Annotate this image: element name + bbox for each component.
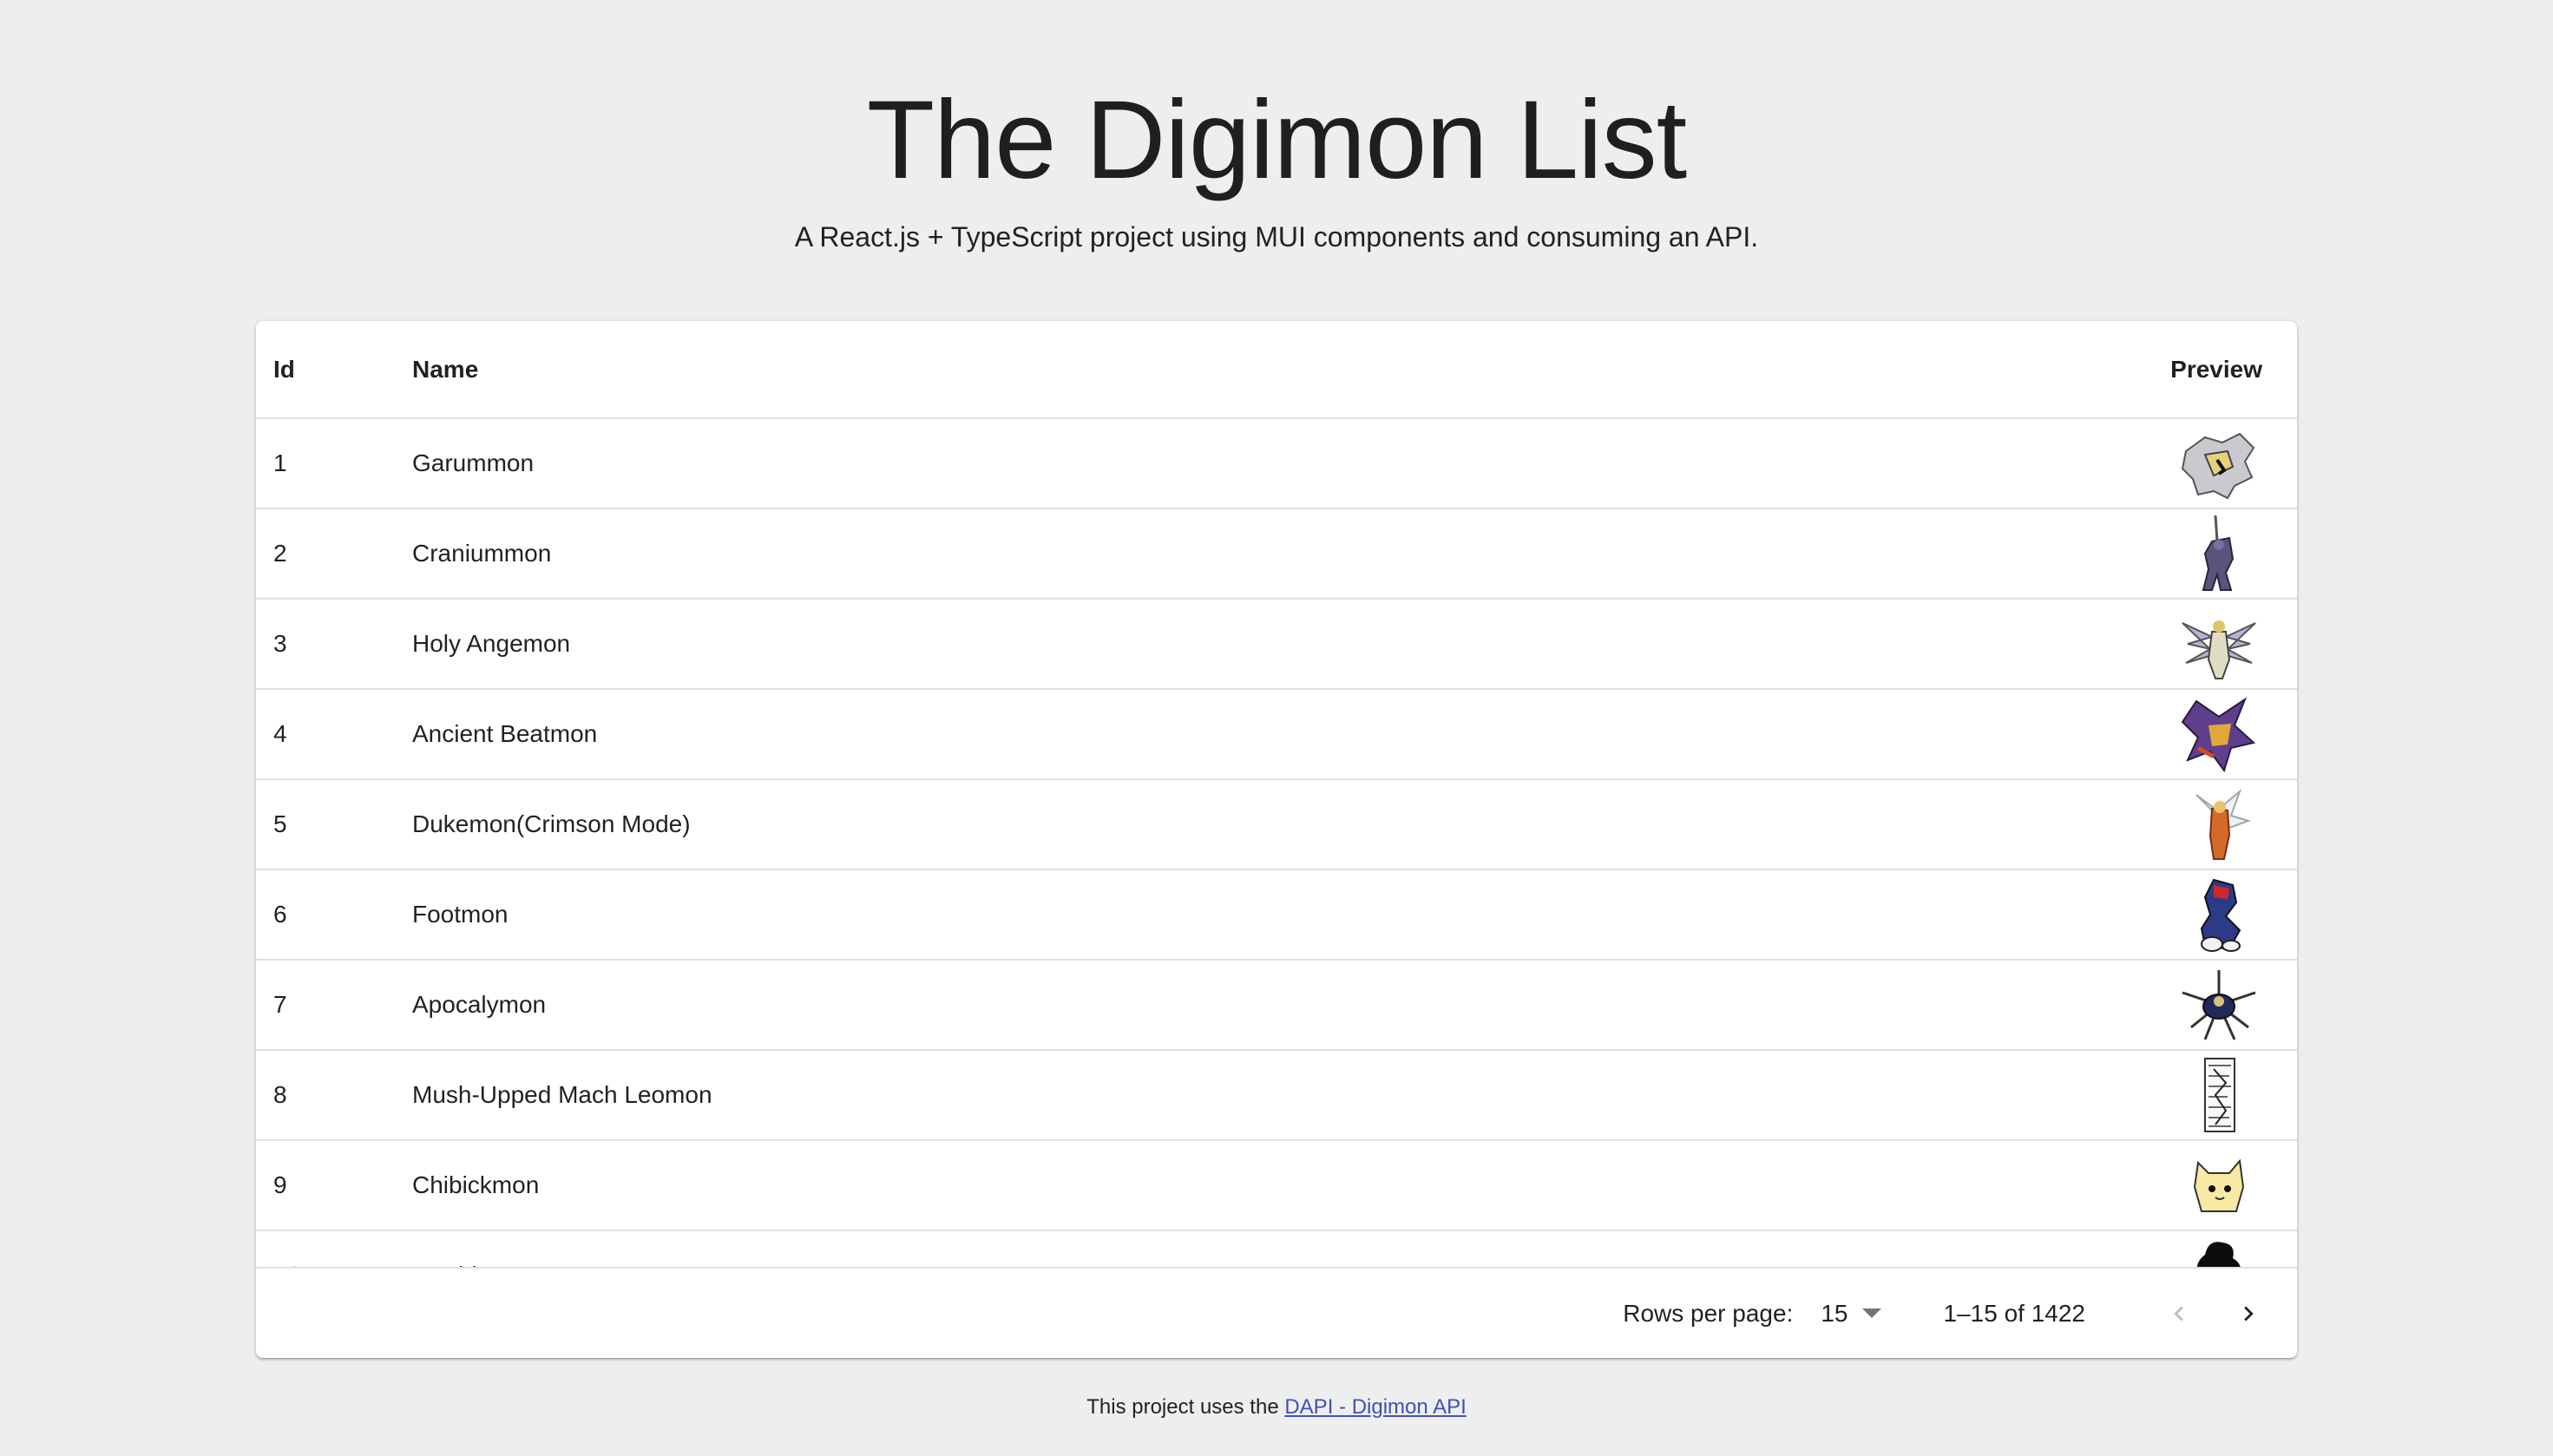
row-name: Chibickmon [395, 1140, 2071, 1231]
rows-per-page-value: 15 [1821, 1299, 1848, 1327]
row-name: Craniummon [395, 508, 2071, 600]
row-preview [2071, 1230, 2297, 1267]
page-title: The Digimon List [866, 78, 1687, 202]
apocalymon-thumbnail [2179, 967, 2259, 1043]
row-name: Garummon [395, 418, 2071, 509]
chibickmon-thumbnail [2179, 1147, 2259, 1223]
footer-credit: This project uses the DAPI - Digimon API [0, 1395, 2553, 1420]
next-page-button[interactable] [2221, 1286, 2276, 1341]
row-preview [2071, 599, 2297, 690]
table-scroll-container[interactable]: Id Name Preview 1 Garummon 2 Craniummon 3 Hol… [256, 321, 2297, 1267]
caret-down-icon [1861, 1308, 1881, 1318]
row-id: 4 [256, 689, 395, 780]
table-row[interactable]: 4 Ancient Beatmon [256, 689, 2297, 780]
rows-per-page-select[interactable]: 15 [1821, 1299, 1881, 1328]
row-preview [2071, 869, 2297, 961]
row-id: 7 [256, 960, 395, 1051]
column-header-preview: Preview [2071, 321, 2297, 419]
page: The Digimon List A React.js + TypeScript… [0, 0, 2553, 1456]
digimon-table-panel: Id Name Preview 1 Garummon 2 Craniummon 3 Hol… [256, 321, 2297, 1358]
row-id: 3 [256, 599, 395, 690]
table-row[interactable]: 9 Chibickmon [256, 1140, 2297, 1231]
column-header-id: Id [256, 321, 395, 419]
ancient-beatmon-thumbnail [2179, 696, 2259, 772]
row-name: Ancient Beatmon [395, 689, 2071, 780]
table-row[interactable]: 2 Craniummon [256, 508, 2297, 600]
table-row[interactable]: 8 Mush-Upped Mach Leomon [256, 1050, 2297, 1141]
row-name: Footmon [395, 869, 2071, 961]
row-name: Mush-Upped Mach Leomon [395, 1050, 2071, 1141]
rows-per-page-label: Rows per page: [1623, 1299, 1794, 1327]
dukemon-crimson-thumbnail [2179, 786, 2259, 862]
row-id: 5 [256, 779, 395, 870]
previous-page-button[interactable] [2151, 1286, 2207, 1341]
garummon-thumbnail [2179, 425, 2259, 502]
row-name: Dukemon(Crimson Mode) [395, 779, 2071, 870]
row-preview [2071, 1140, 2297, 1231]
silhouette-thumbnail [2179, 1237, 2259, 1267]
row-preview [2071, 508, 2297, 600]
credit-prefix: This project uses the [1086, 1395, 1279, 1419]
page-subtitle: A React.js + TypeScript project using MU… [794, 221, 1759, 253]
row-id: 9 [256, 1140, 395, 1231]
row-id: 8 [256, 1050, 395, 1141]
row-id: 1 [256, 418, 395, 509]
table-row[interactable]: 3 Holy Angemon [256, 599, 2297, 690]
chevron-right-icon [2244, 1306, 2254, 1321]
table-row[interactable]: 5 Dukemon(Crimson Mode) [256, 779, 2297, 870]
holy-angemon-thumbnail [2179, 606, 2259, 682]
chevron-left-icon [2174, 1306, 2183, 1321]
row-name: Torchimon [395, 1230, 2071, 1267]
row-preview [2071, 960, 2297, 1051]
mach-leomon-thumbnail [2179, 1057, 2259, 1133]
table-row[interactable]: 10Torchimon [256, 1230, 2297, 1267]
table-row[interactable]: 7 Apocalymon [256, 960, 2297, 1051]
row-id: 6 [256, 869, 395, 961]
row-id: 10 [256, 1230, 395, 1267]
row-name: Apocalymon [395, 960, 2071, 1051]
footmon-thumbnail [2179, 876, 2259, 953]
dapi-link[interactable]: DAPI - Digimon API [1284, 1395, 1466, 1419]
displayed-rows: 1–15 of 1422 [1943, 1299, 2086, 1327]
craniummon-thumbnail [2179, 515, 2259, 592]
table-row[interactable]: 1 Garummon [256, 418, 2297, 509]
digimon-table: Id Name Preview 1 Garummon 2 Craniummon 3 Hol… [256, 321, 2297, 1267]
row-preview [2071, 1050, 2297, 1141]
row-name: Holy Angemon [395, 599, 2071, 690]
row-preview [2071, 689, 2297, 780]
table-row[interactable]: 6 Footmon [256, 869, 2297, 961]
table-pagination: Rows per page: 15 1–15 of 1422 [256, 1267, 2297, 1358]
column-header-name: Name [395, 321, 2071, 419]
row-preview [2071, 779, 2297, 870]
table-header-row: Id Name Preview [256, 321, 2297, 419]
table-body: 1 Garummon 2 Craniummon 3 Holy Angemon 4 Ancien… [256, 418, 2297, 1267]
row-preview [2071, 418, 2297, 509]
row-id: 2 [256, 508, 395, 600]
